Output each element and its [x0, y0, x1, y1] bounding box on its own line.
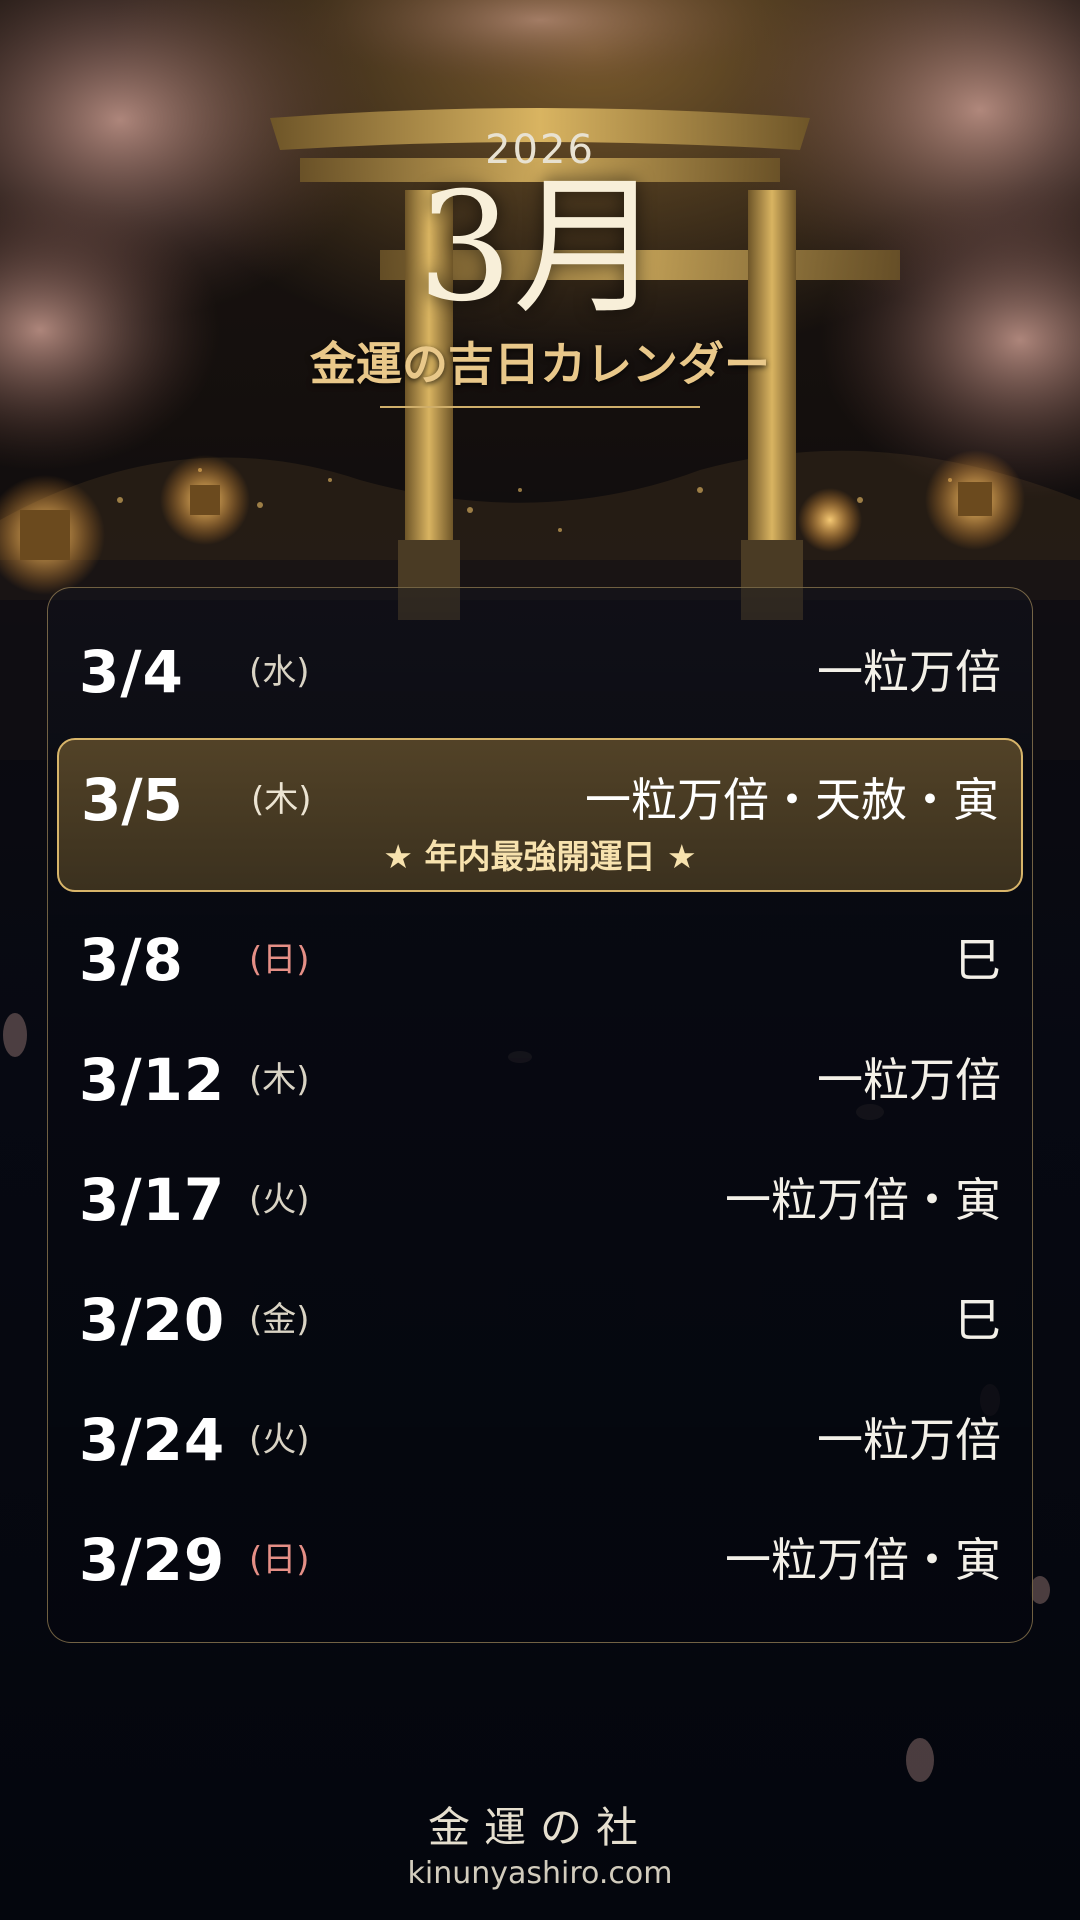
- row-weekday: (木): [251, 780, 312, 820]
- row-date: 3/8: [79, 926, 184, 994]
- month-title: 3月: [417, 161, 663, 335]
- row-weekday: (日): [249, 1540, 310, 1580]
- row-fortune-label: 一粒万倍: [817, 1413, 1001, 1467]
- row-date: 3/17: [79, 1166, 226, 1234]
- calendar-row: 3/24 (火) 一粒万倍: [47, 1392, 1033, 1488]
- best-day-note: ★ 年内最強開運日 ★: [383, 837, 697, 876]
- row-weekday: (火): [249, 1420, 310, 1460]
- calendar-row: 3/20 (金) 巳: [47, 1272, 1033, 1368]
- row-date: 3/5: [81, 766, 183, 834]
- row-fortune-label: 一粒万倍: [817, 1053, 1001, 1107]
- row-fortune-label: 巳: [955, 933, 1001, 987]
- row-date: 3/4: [79, 638, 184, 706]
- calendar-row: 3/29 (日) 一粒万倍・寅: [47, 1512, 1033, 1608]
- row-fortune-label: 巳: [955, 1293, 1001, 1347]
- header: 2026 3月 金運の吉日カレンダー: [0, 0, 1080, 420]
- calendar-row: 3/12 (木) 一粒万倍: [47, 1032, 1033, 1128]
- row-fortune-label: 一粒万倍・天赦・寅: [585, 773, 999, 827]
- brand-name: 金運の社: [427, 1803, 652, 1852]
- calendar-row: 3/4 (水) 一粒万倍: [47, 624, 1033, 720]
- subtitle-divider: [380, 406, 700, 408]
- calendar-row: 3/17 (火) 一粒万倍・寅: [47, 1152, 1033, 1248]
- site-url: kinunyashiro.com: [407, 1856, 673, 1891]
- row-weekday: (水): [249, 652, 310, 692]
- row-fortune-label: 一粒万倍・寅: [725, 1533, 1001, 1587]
- calendar-subtitle: 金運の吉日カレンダー: [310, 337, 770, 391]
- row-date: 3/29: [79, 1526, 226, 1594]
- row-date: 3/24: [79, 1406, 226, 1474]
- calendar-row: 3/8 (日) 巳: [47, 912, 1033, 1008]
- row-weekday: (火): [249, 1180, 310, 1220]
- row-fortune-label: 一粒万倍・寅: [725, 1173, 1001, 1227]
- row-weekday: (木): [249, 1060, 310, 1100]
- row-fortune-label: 一粒万倍: [817, 645, 1001, 699]
- row-weekday: (金): [249, 1300, 310, 1340]
- row-weekday: (日): [249, 940, 310, 980]
- highlighted-row: 3/5 (木) 一粒万倍・天赦・寅 ★ 年内最強開運日 ★: [57, 738, 1023, 892]
- row-date: 3/20: [79, 1286, 226, 1354]
- row-date: 3/12: [79, 1046, 226, 1114]
